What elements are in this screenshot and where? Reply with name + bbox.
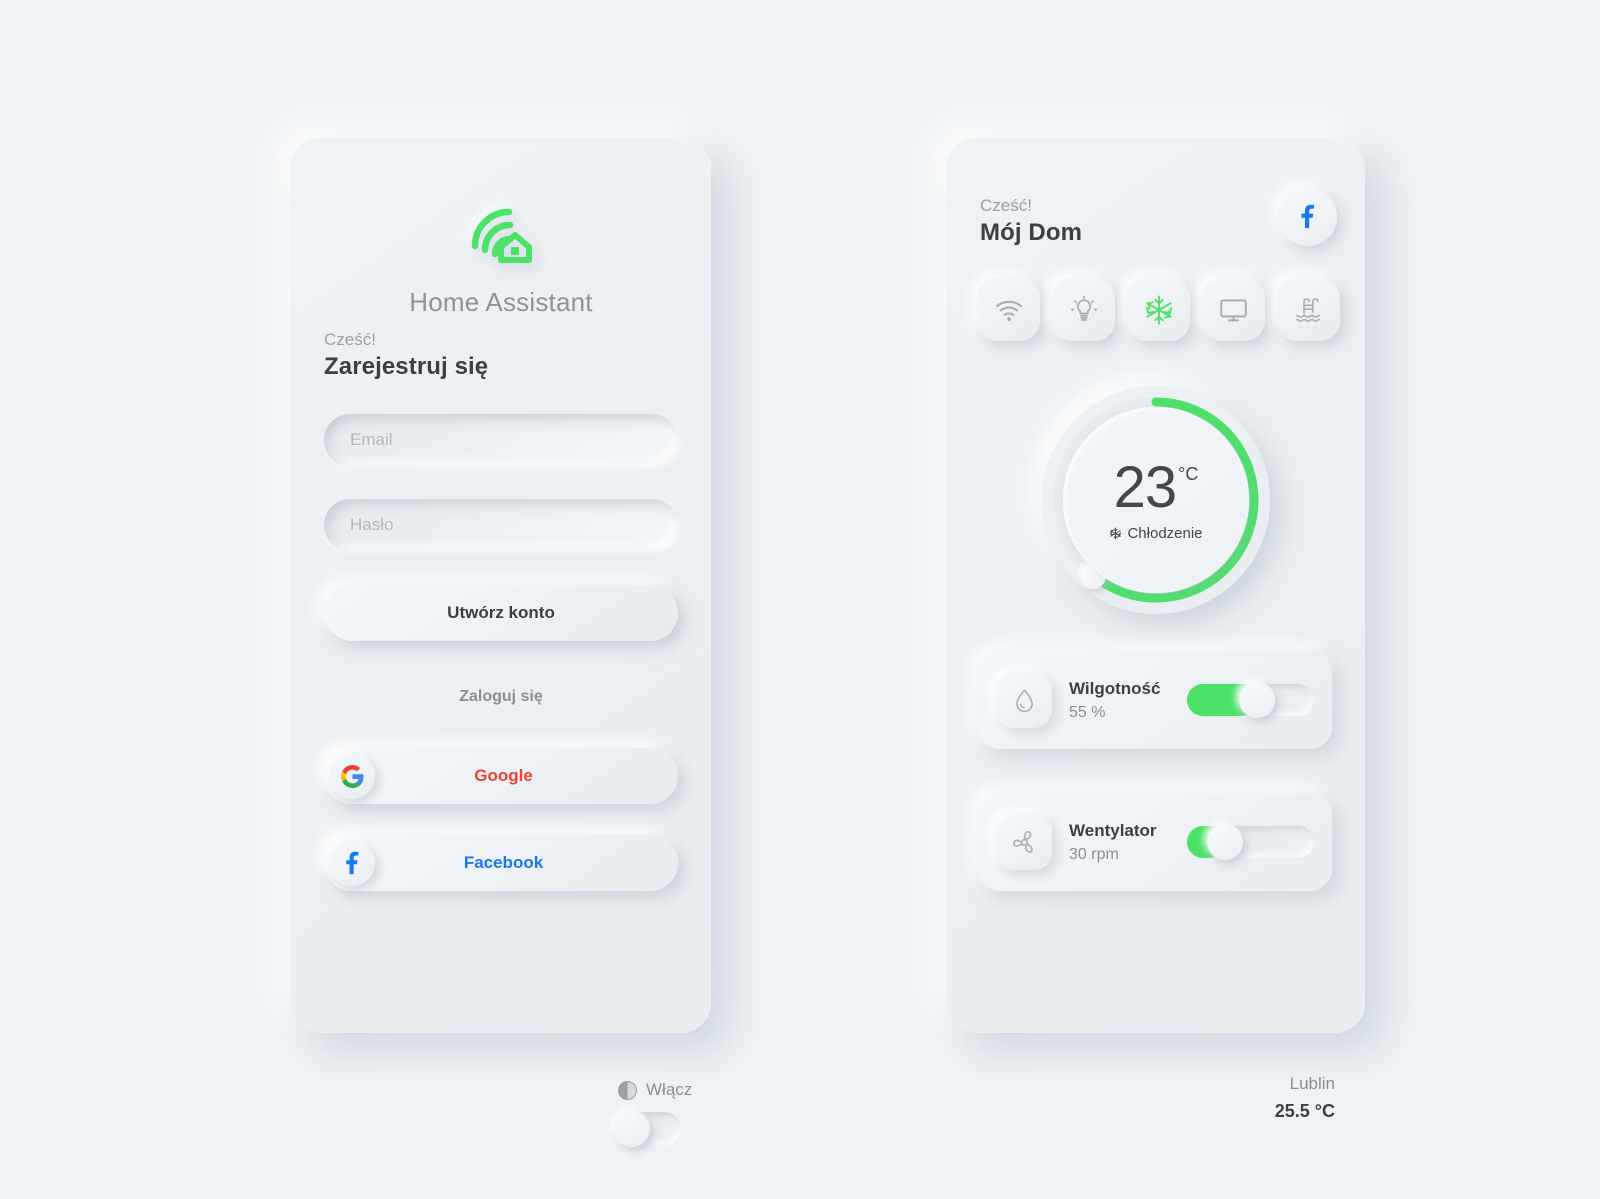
weather-temperature: 25.5 °C (1274, 1101, 1335, 1121)
email-field[interactable] (324, 414, 678, 466)
password-field[interactable] (324, 499, 678, 551)
brand-header: Home Assistant (291, 193, 711, 318)
thermostat-dial[interactable]: 23 °C Chłodzenie (1042, 386, 1270, 614)
dashboard-greeting-block: Cześć! Mój Dom (980, 194, 1082, 247)
home-title: Mój Dom (980, 218, 1083, 246)
device-value: 30 rpm (1069, 845, 1119, 863)
snowflake-icon (1110, 526, 1122, 540)
temperature-unit: °C (1178, 463, 1199, 484)
theme-toggle-label: Włącz (646, 1080, 693, 1099)
google-icon (329, 753, 375, 799)
sidebar-item-light[interactable] (1052, 278, 1115, 341)
facebook-icon (329, 840, 375, 886)
facebook-icon (1301, 204, 1315, 229)
sidebar-item-cooling[interactable] (1127, 278, 1190, 341)
contrast-half-circle-icon (618, 1080, 637, 1100)
bulb-icon (1070, 295, 1097, 321)
greeting-text: Cześć! (324, 330, 376, 349)
login-divider-label: Zaloguj się (459, 688, 543, 705)
toggle-thumb (614, 1111, 650, 1147)
snowflake-icon (1145, 294, 1172, 325)
category-tile-row (977, 278, 1340, 341)
fan-icon (996, 814, 1052, 870)
signup-screen-card: Home Assistant Cześć! Zarejestruj się Ut… (291, 138, 711, 1147)
device-name: Wilgotność (1069, 678, 1161, 698)
device-name: Wentylator (1069, 820, 1157, 840)
google-login-button[interactable]: Google (324, 748, 678, 804)
facebook-login-button[interactable]: Facebook (324, 835, 678, 891)
device-value: 55 % (1069, 703, 1106, 721)
brand-name: Home Assistant (409, 287, 593, 317)
create-account-button[interactable]: Utwórz konto (324, 585, 678, 641)
weather-block: Lublin 25.5 °C (1275, 1074, 1335, 1122)
page-title: Zarejestruj się (324, 352, 489, 380)
tv-icon (1220, 299, 1247, 322)
sidebar-item-tv[interactable] (1202, 278, 1265, 341)
avatar[interactable] (1279, 188, 1337, 246)
facebook-label: Facebook (463, 853, 544, 872)
slider-thumb[interactable] (1207, 824, 1244, 860)
google-label: Google (474, 766, 533, 785)
device-card-humidity: Wilgotność 55 % (978, 651, 1332, 749)
temperature-readout: 23 °C (1113, 454, 1199, 520)
signup-greeting-block: Cześć! Zarejestruj się (324, 328, 488, 381)
wifi-house-icon (455, 193, 547, 275)
device-text-humidity: Wilgotność 55 % (1069, 679, 1187, 722)
sidebar-item-pool[interactable] (1277, 278, 1340, 341)
wifi-icon (995, 300, 1022, 321)
thermostat-mode: Chłodzenie (1109, 524, 1203, 542)
dashboard-screen-card: Cześć! Mój Dom 23 °C Chłodzenie Wilgotno… (947, 138, 1365, 1121)
slider-thumb[interactable] (1238, 682, 1275, 718)
theme-toggle-row-signup: Włącz (618, 1080, 692, 1100)
thermostat-mode-label: Chłodzenie (1127, 524, 1203, 542)
fan-slider[interactable] (1187, 824, 1314, 860)
water-drop-icon (996, 672, 1052, 728)
greeting-text: Cześć! (980, 196, 1032, 215)
sidebar-item-wifi[interactable] (977, 278, 1040, 341)
pool-icon (1295, 297, 1320, 322)
device-text-fan: Wentylator 30 rpm (1069, 821, 1187, 864)
weather-city: Lublin (1289, 1074, 1335, 1093)
app-canvas: Home Assistant Cześć! Zarejestruj się Ut… (0, 0, 1600, 1199)
temperature-value: 23 (1113, 454, 1178, 520)
theme-toggle-switch-signup[interactable] (614, 1111, 681, 1147)
device-card-fan: Wentylator 30 rpm (978, 793, 1332, 891)
thermostat-inner-face: 23 °C Chłodzenie (1063, 407, 1249, 593)
humidity-slider[interactable] (1187, 682, 1314, 718)
